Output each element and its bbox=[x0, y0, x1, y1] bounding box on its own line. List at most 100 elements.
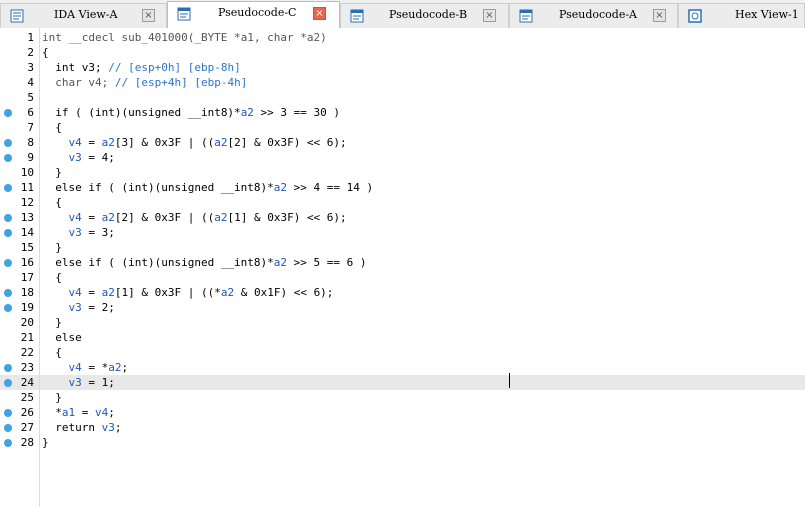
tab-label: IDA View-A bbox=[54, 8, 118, 21]
code-token: >> 5 == 6 ) bbox=[287, 256, 367, 269]
hex-view-icon bbox=[688, 8, 702, 23]
code-text[interactable]: else if ( (int)(unsigned __int8)*a2 >> 5… bbox=[42, 255, 367, 270]
close-tab-icon[interactable]: × bbox=[483, 9, 496, 22]
tab-pseudocode-c[interactable]: Pseudocode-C × bbox=[167, 1, 340, 29]
code-text[interactable]: v4 = *a2; bbox=[42, 360, 129, 375]
code-text[interactable]: char v4; // [esp+4h] [ebp-4h] bbox=[42, 75, 247, 90]
code-token: ; bbox=[114, 421, 122, 434]
code-text[interactable]: v3 = 1; bbox=[42, 375, 115, 390]
code-text[interactable]: { bbox=[42, 270, 62, 285]
code-text[interactable]: { bbox=[42, 195, 62, 210]
code-text[interactable]: return v3; bbox=[42, 420, 121, 435]
code-token: } bbox=[55, 316, 62, 329]
code-line[interactable]: 11 else if ( (int)(unsigned __int8)*a2 >… bbox=[0, 180, 805, 195]
code-text[interactable]: } bbox=[42, 165, 62, 180]
code-text[interactable]: *a1 = v4; bbox=[42, 405, 115, 420]
code-token: } bbox=[55, 391, 62, 404]
tab-pseudocode-a[interactable]: Pseudocode-A × bbox=[509, 3, 678, 28]
code-token: = 1; bbox=[81, 376, 115, 389]
code-variable: a2 bbox=[240, 106, 254, 119]
code-line[interactable]: 27 return v3; bbox=[0, 420, 805, 435]
code-text[interactable]: else bbox=[42, 330, 82, 345]
code-line[interactable]: 23 v4 = *a2; bbox=[0, 360, 805, 375]
code-line[interactable]: 14 v3 = 3; bbox=[0, 225, 805, 240]
code-text[interactable]: v3 = 2; bbox=[42, 300, 115, 315]
code-text[interactable]: v4 = a2[3] & 0x3F | ((a2[2] & 0x3F) << 6… bbox=[42, 135, 347, 150]
code-line[interactable]: 12 { bbox=[0, 195, 805, 210]
code-token: = 3; bbox=[81, 226, 115, 239]
code-line[interactable]: 24 v3 = 1; bbox=[0, 375, 805, 390]
code-text[interactable]: v3 = 4; bbox=[42, 150, 115, 165]
code-line[interactable]: 22 { bbox=[0, 345, 805, 360]
code-line[interactable]: 18 v4 = a2[1] & 0x3F | ((*a2 & 0x1F) << … bbox=[0, 285, 805, 300]
code-line[interactable]: 6 if ( (int)(unsigned __int8)*a2 >> 3 ==… bbox=[0, 105, 805, 120]
code-text[interactable]: v4 = a2[2] & 0x3F | ((a2[1] & 0x3F) << 6… bbox=[42, 210, 347, 225]
code-token: [2] & 0x3F) << 6); bbox=[227, 136, 347, 149]
close-tab-icon[interactable]: × bbox=[142, 9, 155, 22]
code-text[interactable]: int v3; // [esp+0h] [ebp-8h] bbox=[42, 60, 240, 75]
line-number-gutter bbox=[0, 28, 40, 507]
code-variable: v3 bbox=[101, 421, 115, 434]
code-token: ) bbox=[320, 31, 327, 44]
code-line[interactable]: 10 } bbox=[0, 165, 805, 180]
code-token: a2 bbox=[306, 31, 321, 44]
code-line[interactable]: 19 v3 = 2; bbox=[0, 300, 805, 315]
code-text[interactable]: { bbox=[42, 345, 62, 360]
code-line[interactable]: 21 else bbox=[0, 330, 805, 345]
code-text[interactable]: } bbox=[42, 390, 62, 405]
code-line[interactable]: 15 } bbox=[0, 240, 805, 255]
code-token: } bbox=[55, 166, 62, 179]
tab-ida-view-a[interactable]: IDA View-A × bbox=[0, 3, 167, 28]
close-tab-icon[interactable]: × bbox=[313, 7, 326, 20]
code-text[interactable]: { bbox=[42, 120, 62, 135]
code-text[interactable]: } bbox=[42, 435, 49, 450]
pseudocode-icon bbox=[177, 6, 191, 21]
code-token: char v4; bbox=[55, 76, 115, 89]
code-line[interactable]: 3 int v3; // [esp+0h] [ebp-8h] bbox=[0, 60, 805, 75]
code-token: [1] & 0x3F) << 6); bbox=[227, 211, 347, 224]
code-text[interactable]: else if ( (int)(unsigned __int8)*a2 >> 4… bbox=[42, 180, 373, 195]
code-line[interactable]: 2{ bbox=[0, 45, 805, 60]
code-text[interactable]: { bbox=[42, 45, 49, 60]
code-line[interactable]: 4 char v4; // [esp+4h] [ebp-4h] bbox=[0, 75, 805, 90]
code-line[interactable]: 13 v4 = a2[2] & 0x3F | ((a2[1] & 0x3F) <… bbox=[0, 210, 805, 225]
tab-label: Pseudocode-C bbox=[218, 6, 297, 19]
code-line[interactable]: 5 bbox=[0, 90, 805, 105]
code-line[interactable]: 8 v4 = a2[3] & 0x3F | ((a2[2] & 0x3F) <<… bbox=[0, 135, 805, 150]
code-line[interactable]: 1 int __cdecl sub_401000(_BYTE *a1, char … bbox=[0, 30, 805, 45]
code-token: >> 3 == 30 ) bbox=[253, 106, 341, 119]
code-text[interactable]: int __cdecl sub_401000(_BYTE *a1, char *… bbox=[42, 30, 327, 45]
code-text[interactable]: } bbox=[42, 315, 62, 330]
code-text[interactable]: v4 = a2[1] & 0x3F | ((*a2 & 0x1F) << 6); bbox=[42, 285, 334, 300]
code-line[interactable]: 20 } bbox=[0, 315, 805, 330]
tab-label: Pseudocode-B bbox=[389, 8, 468, 21]
code-line[interactable]: 26 *a1 = v4; bbox=[0, 405, 805, 420]
tab-pseudocode-b[interactable]: Pseudocode-B × bbox=[340, 3, 509, 28]
code-line[interactable]: 25 } bbox=[0, 390, 805, 405]
code-text[interactable]: if ( (int)(unsigned __int8)*a2 >> 3 == 3… bbox=[42, 105, 340, 120]
code-token: = * bbox=[81, 361, 109, 374]
code-token: { bbox=[42, 46, 49, 59]
code-line[interactable]: 9 v3 = 4; bbox=[0, 150, 805, 165]
code-line[interactable]: 17 { bbox=[0, 270, 805, 285]
code-line[interactable]: 28} bbox=[0, 435, 805, 450]
pseudocode-icon bbox=[519, 8, 533, 23]
code-variable: v4 bbox=[95, 406, 109, 419]
code-token: { bbox=[55, 121, 62, 134]
code-variable: a1 bbox=[61, 406, 76, 419]
code-text[interactable]: } bbox=[42, 240, 62, 255]
code-line[interactable]: 16 else if ( (int)(unsigned __int8)*a2 >… bbox=[0, 255, 805, 270]
close-tab-icon[interactable]: × bbox=[653, 9, 666, 22]
code-text[interactable]: v3 = 3; bbox=[42, 225, 115, 240]
pseudocode-editor[interactable]: 1 int __cdecl sub_401000(_BYTE *a1, char … bbox=[0, 28, 805, 507]
code-line[interactable]: 7 { bbox=[0, 120, 805, 135]
tab-hex-view-1[interactable]: Hex View-1 bbox=[678, 3, 805, 28]
